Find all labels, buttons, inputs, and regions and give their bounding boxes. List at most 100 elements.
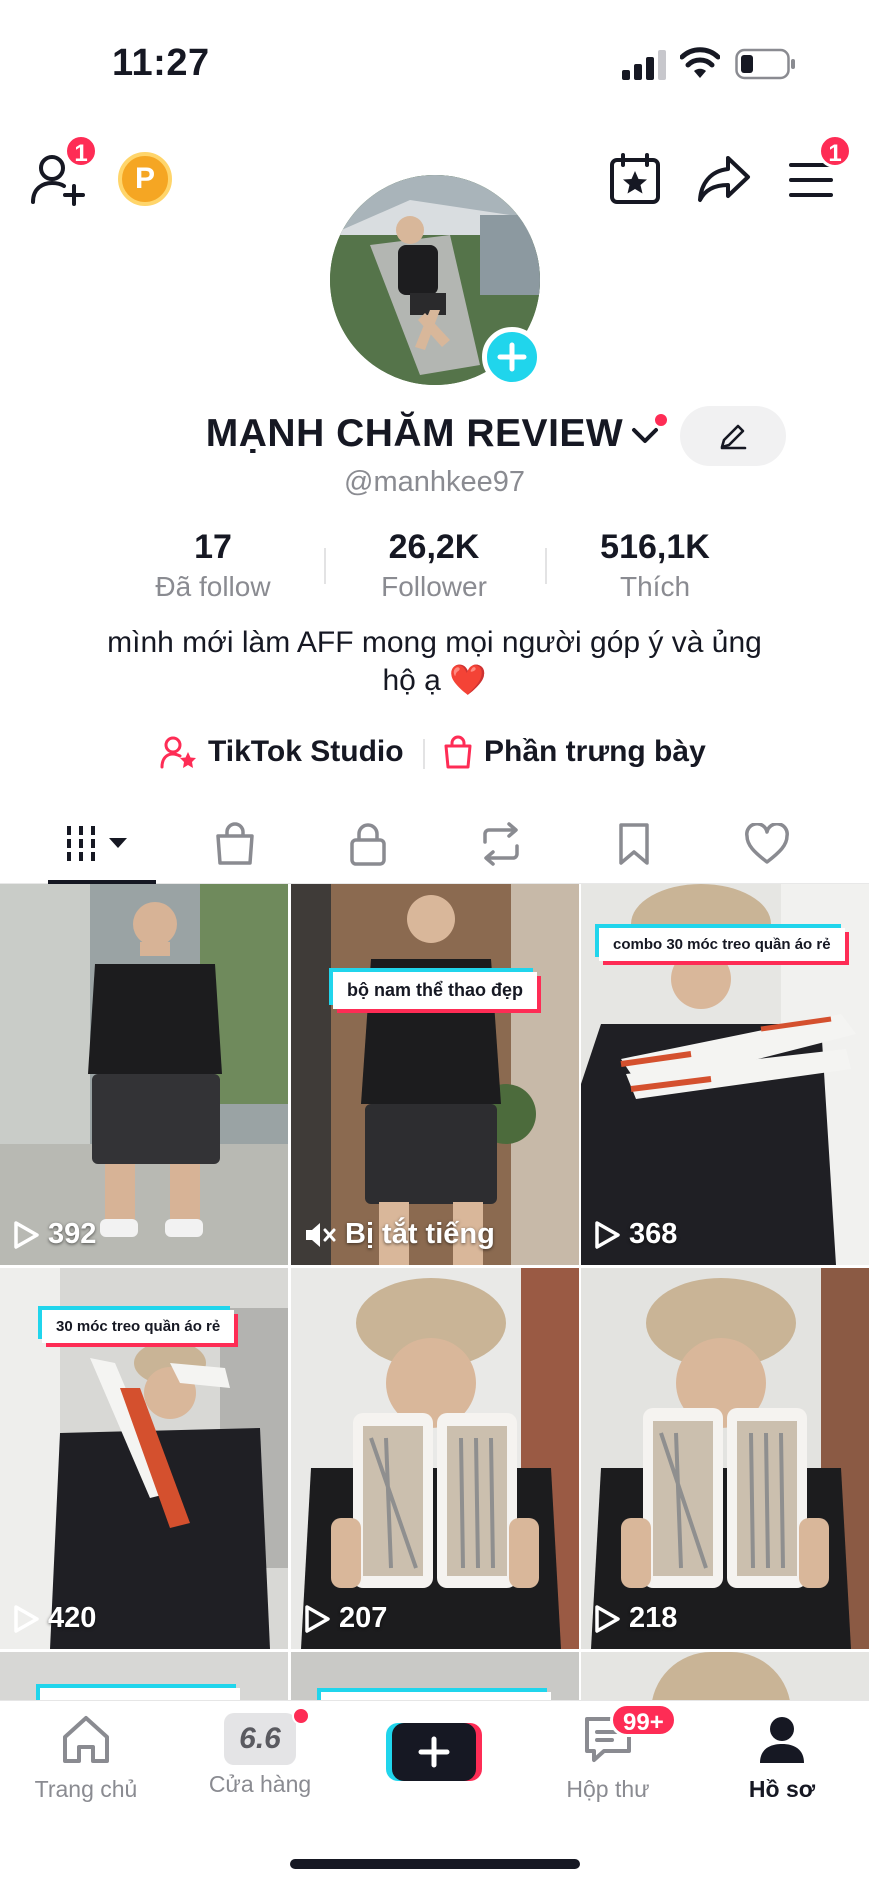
- muted-speaker-icon: [306, 1222, 336, 1247]
- stat-likes[interactable]: 516,1K Thích: [545, 528, 765, 603]
- pencil-icon: [720, 424, 747, 450]
- video-thumbnail[interactable]: combo 30 móc treo quần áo rẻ 368: [581, 884, 869, 1265]
- video-thumbnail[interactable]: 392: [0, 884, 288, 1265]
- muted-label: Bị tắt tiếng: [345, 1218, 495, 1250]
- shopping-bag-icon: [216, 822, 254, 865]
- video-thumbnail[interactable]: 218: [581, 1268, 869, 1649]
- inbox-badge: 99+: [610, 1703, 677, 1737]
- video-thumbnail[interactable]: 30 móc treo quần áo rẻ 420: [0, 1268, 288, 1649]
- view-count-label: 218: [629, 1602, 678, 1634]
- video-thumbnail[interactable]: 207: [291, 1268, 579, 1649]
- view-count: Bị tắt tiếng: [303, 1218, 495, 1251]
- shop-notification-dot: [292, 1707, 310, 1725]
- profile-icon: [760, 1717, 804, 1763]
- nav-home[interactable]: Trang chủ: [6, 1713, 166, 1803]
- video-thumbnail[interactable]: bộ nam thể thao đẹp Bị tắt tiếng: [291, 884, 579, 1265]
- tiktok-studio-link[interactable]: TikTok Studio: [160, 730, 404, 774]
- nav-home-label: Trang chủ: [34, 1776, 138, 1802]
- stat-following[interactable]: 17 Đã follow: [103, 528, 323, 603]
- plus-icon: [418, 1736, 450, 1768]
- tab-reposts[interactable]: [456, 814, 546, 874]
- shop-icon-text: 6.6: [239, 1722, 281, 1755]
- display-name: MẠNH CHĂM REVIEW: [205, 412, 624, 455]
- shop-campaign-icon: 6.6: [224, 1707, 310, 1765]
- video-text-overlay: 30 móc treo quần áo rẻ: [42, 1310, 235, 1343]
- person-star-icon: [160, 736, 196, 769]
- add-story-button[interactable]: [482, 327, 542, 387]
- nav-shop[interactable]: 6.6 Cửa hàng: [180, 1707, 340, 1798]
- stat-label: Thích: [619, 571, 691, 602]
- nav-profile[interactable]: Hồ sơ: [702, 1713, 862, 1803]
- tab-shop[interactable]: [190, 814, 280, 874]
- nav-shop-label: Cửa hàng: [208, 1771, 312, 1797]
- create-button[interactable]: [386, 1723, 482, 1781]
- view-count-label: 420: [48, 1602, 97, 1634]
- lock-icon: [350, 823, 386, 866]
- play-icon: [595, 1604, 620, 1633]
- view-count: 420: [12, 1602, 96, 1635]
- video-text-overlay: bộ nam thể thao đẹp: [333, 972, 538, 1009]
- view-count: 207: [303, 1602, 387, 1635]
- tab-private[interactable]: [323, 814, 413, 874]
- tab-videos[interactable]: [58, 814, 148, 874]
- repost-icon: [483, 822, 519, 866]
- bookmark-icon: [619, 823, 649, 865]
- battery-icon: [735, 48, 795, 80]
- home-indicator: [290, 1859, 580, 1869]
- bio: mình mới làm AFF mong mọi người góp ý và…: [60, 624, 809, 700]
- cellular-signal-icon: [622, 50, 666, 80]
- nav-inbox-label: Hộp thư: [566, 1776, 650, 1802]
- stat-value: 17: [194, 528, 232, 566]
- points-icon[interactable]: P: [118, 152, 172, 206]
- account-switch-dot: [653, 412, 670, 428]
- view-count: 368: [593, 1218, 677, 1251]
- grid-dropdown-icon: [67, 826, 127, 862]
- plus-icon: [497, 342, 527, 372]
- play-icon: [14, 1604, 39, 1633]
- menu-badge: 1: [818, 134, 852, 168]
- showcase-label: Phần trưng bày: [484, 735, 706, 768]
- tab-liked[interactable]: [722, 814, 812, 874]
- play-icon: [595, 1220, 620, 1249]
- thumbnail-image: [291, 884, 579, 1265]
- status-time: 11:27: [112, 42, 210, 84]
- nav-inbox[interactable]: 99+ Hộp thư: [528, 1703, 688, 1803]
- view-count: 392: [12, 1218, 96, 1251]
- share-icon[interactable]: [696, 154, 752, 204]
- profile-stats: 17 Đã follow 26,2K Follower 516,1K Thích: [0, 528, 869, 608]
- nav-profile-label: Hồ sơ: [748, 1776, 816, 1802]
- view-count-label: 207: [339, 1602, 388, 1634]
- status-bar: 11:27: [0, 0, 869, 120]
- profile-links: TikTok Studio Phần trưng bày: [0, 730, 869, 774]
- view-count: 218: [593, 1602, 677, 1635]
- view-count-label: 368: [629, 1218, 678, 1250]
- video-text-overlay: combo 30 móc treo quần áo rẻ: [599, 928, 845, 961]
- bio-line: hộ ạ ❤️: [382, 664, 487, 697]
- tab-favorites[interactable]: [589, 814, 679, 874]
- chevron-down-icon: [632, 428, 659, 443]
- bio-line: mình mới làm AFF mong mọi người góp ý và…: [107, 626, 762, 659]
- username: @manhkee97: [344, 466, 525, 498]
- profile-tabs: [0, 808, 869, 884]
- heart-icon: [745, 823, 789, 864]
- shopping-bag-icon: [444, 735, 472, 769]
- thumbnail-image: [0, 884, 288, 1265]
- play-icon: [14, 1220, 39, 1249]
- link-divider: [423, 739, 425, 769]
- thumbnail-image: [291, 1268, 579, 1649]
- thumbnail-image: [581, 1268, 869, 1649]
- home-icon: [63, 1716, 109, 1763]
- edit-profile-button[interactable]: [680, 406, 786, 466]
- stat-followers[interactable]: 26,2K Follower: [324, 528, 544, 603]
- tiktok-studio-label: TikTok Studio: [208, 735, 404, 768]
- stat-value: 516,1K: [600, 528, 710, 566]
- play-icon: [305, 1604, 330, 1633]
- calendar-star-icon[interactable]: [608, 152, 662, 206]
- stat-value: 26,2K: [388, 528, 480, 566]
- bottom-navigation: Trang chủ 6.6 Cửa hàng 99+ Hộp thư Hồ sơ: [0, 1700, 869, 1885]
- view-count-label: 392: [48, 1218, 97, 1250]
- showcase-link[interactable]: Phần trưng bày: [442, 730, 706, 774]
- stat-label: Đã follow: [155, 571, 271, 602]
- stat-label: Follower: [381, 571, 487, 602]
- add-friend-badge: 1: [64, 134, 98, 168]
